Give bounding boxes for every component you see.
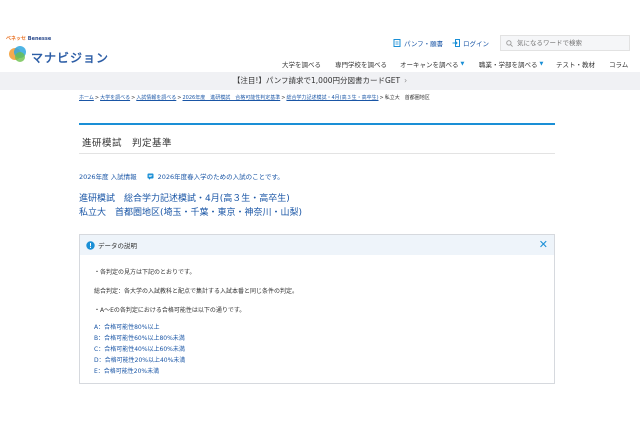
data-description-panel: データの説明 ✕ ・各判定の見方は下記のとおりです。 総合判定：各大学の入試教科… bbox=[79, 234, 555, 384]
panel-header[interactable]: データの説明 bbox=[80, 235, 554, 255]
site-header: ベネッセ Benesse マナビジョン パンフ・願書 ログイン 大学を調べる 専… bbox=[0, 0, 640, 72]
logo-mark-icon bbox=[9, 46, 26, 62]
login-link[interactable]: ログイン bbox=[452, 38, 489, 48]
nav-label: オーキャンを調べる bbox=[400, 61, 459, 69]
promo-banner[interactable]: 【注目!】パンフ請求で1,000円分図書カードGET › bbox=[0, 72, 640, 90]
grade-item: A：合格可能性80%以上 bbox=[94, 324, 160, 331]
nav-vocational-schools[interactable]: 専門学校を調べる bbox=[335, 59, 387, 69]
breadcrumb-home[interactable]: ホーム bbox=[79, 95, 94, 101]
nav-label: 職業・学部を調べる bbox=[479, 61, 538, 69]
year-info: 2026年度 入試情報 2026年度春入学のための入試のことです。 bbox=[79, 171, 284, 181]
site-name: マナビジョン bbox=[31, 51, 110, 65]
login-icon bbox=[452, 39, 460, 47]
page-title: 進研模試 判定基準 bbox=[82, 138, 173, 149]
grade-item: B：合格可能性60%以上80%未満 bbox=[94, 335, 185, 342]
chevron-down-icon: ▼ bbox=[460, 61, 465, 67]
nav-careers-faculties[interactable]: 職業・学部を調べる ▼ bbox=[479, 59, 543, 69]
pamphlet-label: パンフ・願書 bbox=[404, 40, 444, 48]
description-line: ・A～Eの各判定における合格可能性は以下の通りです。 bbox=[94, 307, 246, 314]
nav-universities[interactable]: 大学を調べる bbox=[282, 59, 321, 69]
note-icon bbox=[147, 173, 154, 180]
title-divider bbox=[79, 153, 555, 154]
nav-label: テスト・教材 bbox=[556, 61, 595, 69]
chevron-right-icon: › bbox=[404, 76, 408, 85]
year-note: 2026年度春入学のための入試のことです。 bbox=[157, 173, 284, 181]
close-icon[interactable]: ✕ bbox=[539, 239, 548, 250]
description-line: ・各判定の見方は下記のとおりです。 bbox=[94, 269, 196, 276]
year-label: 2026年度 入試情報 bbox=[79, 173, 137, 181]
chevron-down-icon: ▼ bbox=[539, 61, 544, 67]
search-input[interactable] bbox=[517, 39, 625, 47]
breadcrumb-criteria[interactable]: 2026年度 進研模試 合格可能性判定基準 bbox=[183, 95, 281, 101]
banner-text: 【注目!】パンフ請求で1,000円分図書カードGET bbox=[232, 76, 401, 85]
breadcrumb-admissions[interactable]: 入試情報を調べる bbox=[136, 95, 176, 101]
pamphlet-link[interactable]: パンフ・願書 bbox=[393, 38, 443, 48]
search-icon[interactable] bbox=[506, 39, 513, 47]
breadcrumb-exam[interactable]: 総合学力記述模試・4月(高３生・高卒生) bbox=[286, 95, 378, 101]
info-icon bbox=[86, 240, 95, 250]
nav-label: 大学を調べる bbox=[282, 61, 321, 69]
breadcrumb-current: 私立大 首都圏地区 bbox=[384, 95, 430, 101]
exam-title: 進研模試 総合学力記述模試・4月(高３生・高卒生) bbox=[79, 194, 290, 204]
nav-tests-materials[interactable]: テスト・教材 bbox=[556, 59, 595, 69]
grade-item: C：合格可能性40%以上60%未満 bbox=[94, 346, 185, 353]
nav-column[interactable]: コラム bbox=[609, 59, 628, 69]
breadcrumb-universities[interactable]: 大学を調べる bbox=[100, 95, 130, 101]
region-title: 私立大 首都圏地区(埼玉・千葉・東京・神奈川・山梨) bbox=[79, 208, 303, 218]
nav-label: コラム bbox=[609, 61, 629, 69]
panel-title: データの説明 bbox=[98, 242, 137, 250]
section-divider bbox=[79, 123, 555, 125]
breadcrumb: ホーム>大学を調べる>入試情報を調べる>2026年度 進研模試 合格可能性判定基… bbox=[79, 95, 430, 101]
search-box bbox=[500, 35, 630, 51]
grade-item: D：合格可能性20%以上40%未満 bbox=[94, 357, 186, 364]
nav-open-campus[interactable]: オーキャンを調べる ▼ bbox=[400, 59, 464, 69]
document-icon bbox=[393, 39, 401, 47]
description-line: 総合判定：各大学の入試教科と配点で集計する入試本番と同じ条件の判定。 bbox=[94, 288, 299, 295]
nav-label: 専門学校を調べる bbox=[335, 61, 387, 69]
benesse-logo: ベネッセ Benesse bbox=[6, 36, 52, 42]
grade-item: E：合格可能性20%未満 bbox=[94, 368, 160, 375]
login-label: ログイン bbox=[463, 40, 489, 48]
